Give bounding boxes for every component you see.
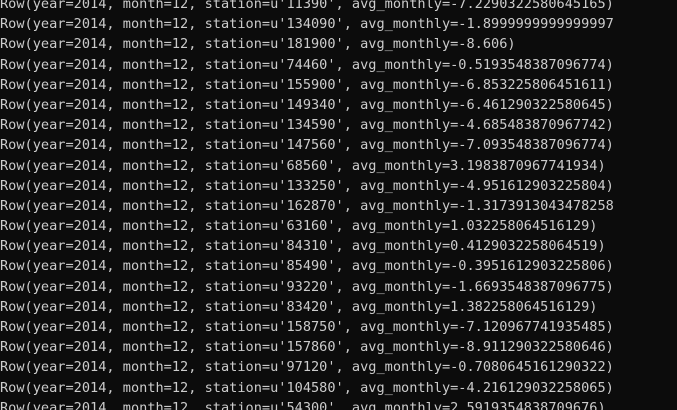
output-line: Row(year=2014, month=12, station=u'74460… <box>0 56 614 73</box>
output-line: Row(year=2014, month=12, station=u'10458… <box>0 379 614 396</box>
output-line: Row(year=2014, month=12, station=u'11390… <box>0 0 614 12</box>
output-line: Row(year=2014, month=12, station=u'15590… <box>0 76 614 93</box>
output-line: Row(year=2014, month=12, station=u'54300… <box>0 399 606 410</box>
output-line: Row(year=2014, month=12, station=u'85490… <box>0 258 614 275</box>
output-line: Row(year=2014, month=12, station=u'13325… <box>0 177 614 194</box>
output-line: Row(year=2014, month=12, station=u'93220… <box>0 278 614 295</box>
terminal-output: Row(year=2014, month=12, station=u'11390… <box>0 0 614 410</box>
output-line: Row(year=2014, month=12, station=u'18190… <box>0 36 516 53</box>
output-line: Row(year=2014, month=12, station=u'16287… <box>0 197 614 214</box>
output-line: Row(year=2014, month=12, station=u'13459… <box>0 117 614 134</box>
output-line: Row(year=2014, month=12, station=u'15875… <box>0 319 614 335</box>
output-line: Row(year=2014, month=12, station=u'14934… <box>0 96 614 113</box>
output-line: Row(year=2014, month=12, station=u'68560… <box>0 157 606 174</box>
output-line: Row(year=2014, month=12, station=u'63160… <box>0 218 598 235</box>
output-line: Row(year=2014, month=12, station=u'14756… <box>0 137 614 154</box>
output-line: Row(year=2014, month=12, station=u'83420… <box>0 298 598 315</box>
output-line: Row(year=2014, month=12, station=u'13409… <box>0 16 614 33</box>
output-line: Row(year=2014, month=12, station=u'15786… <box>0 339 614 356</box>
output-line: Row(year=2014, month=12, station=u'97120… <box>0 359 614 376</box>
output-line: Row(year=2014, month=12, station=u'84310… <box>0 238 606 255</box>
terminal-window[interactable]: Row(year=2014, month=12, station=u'11390… <box>0 0 677 410</box>
